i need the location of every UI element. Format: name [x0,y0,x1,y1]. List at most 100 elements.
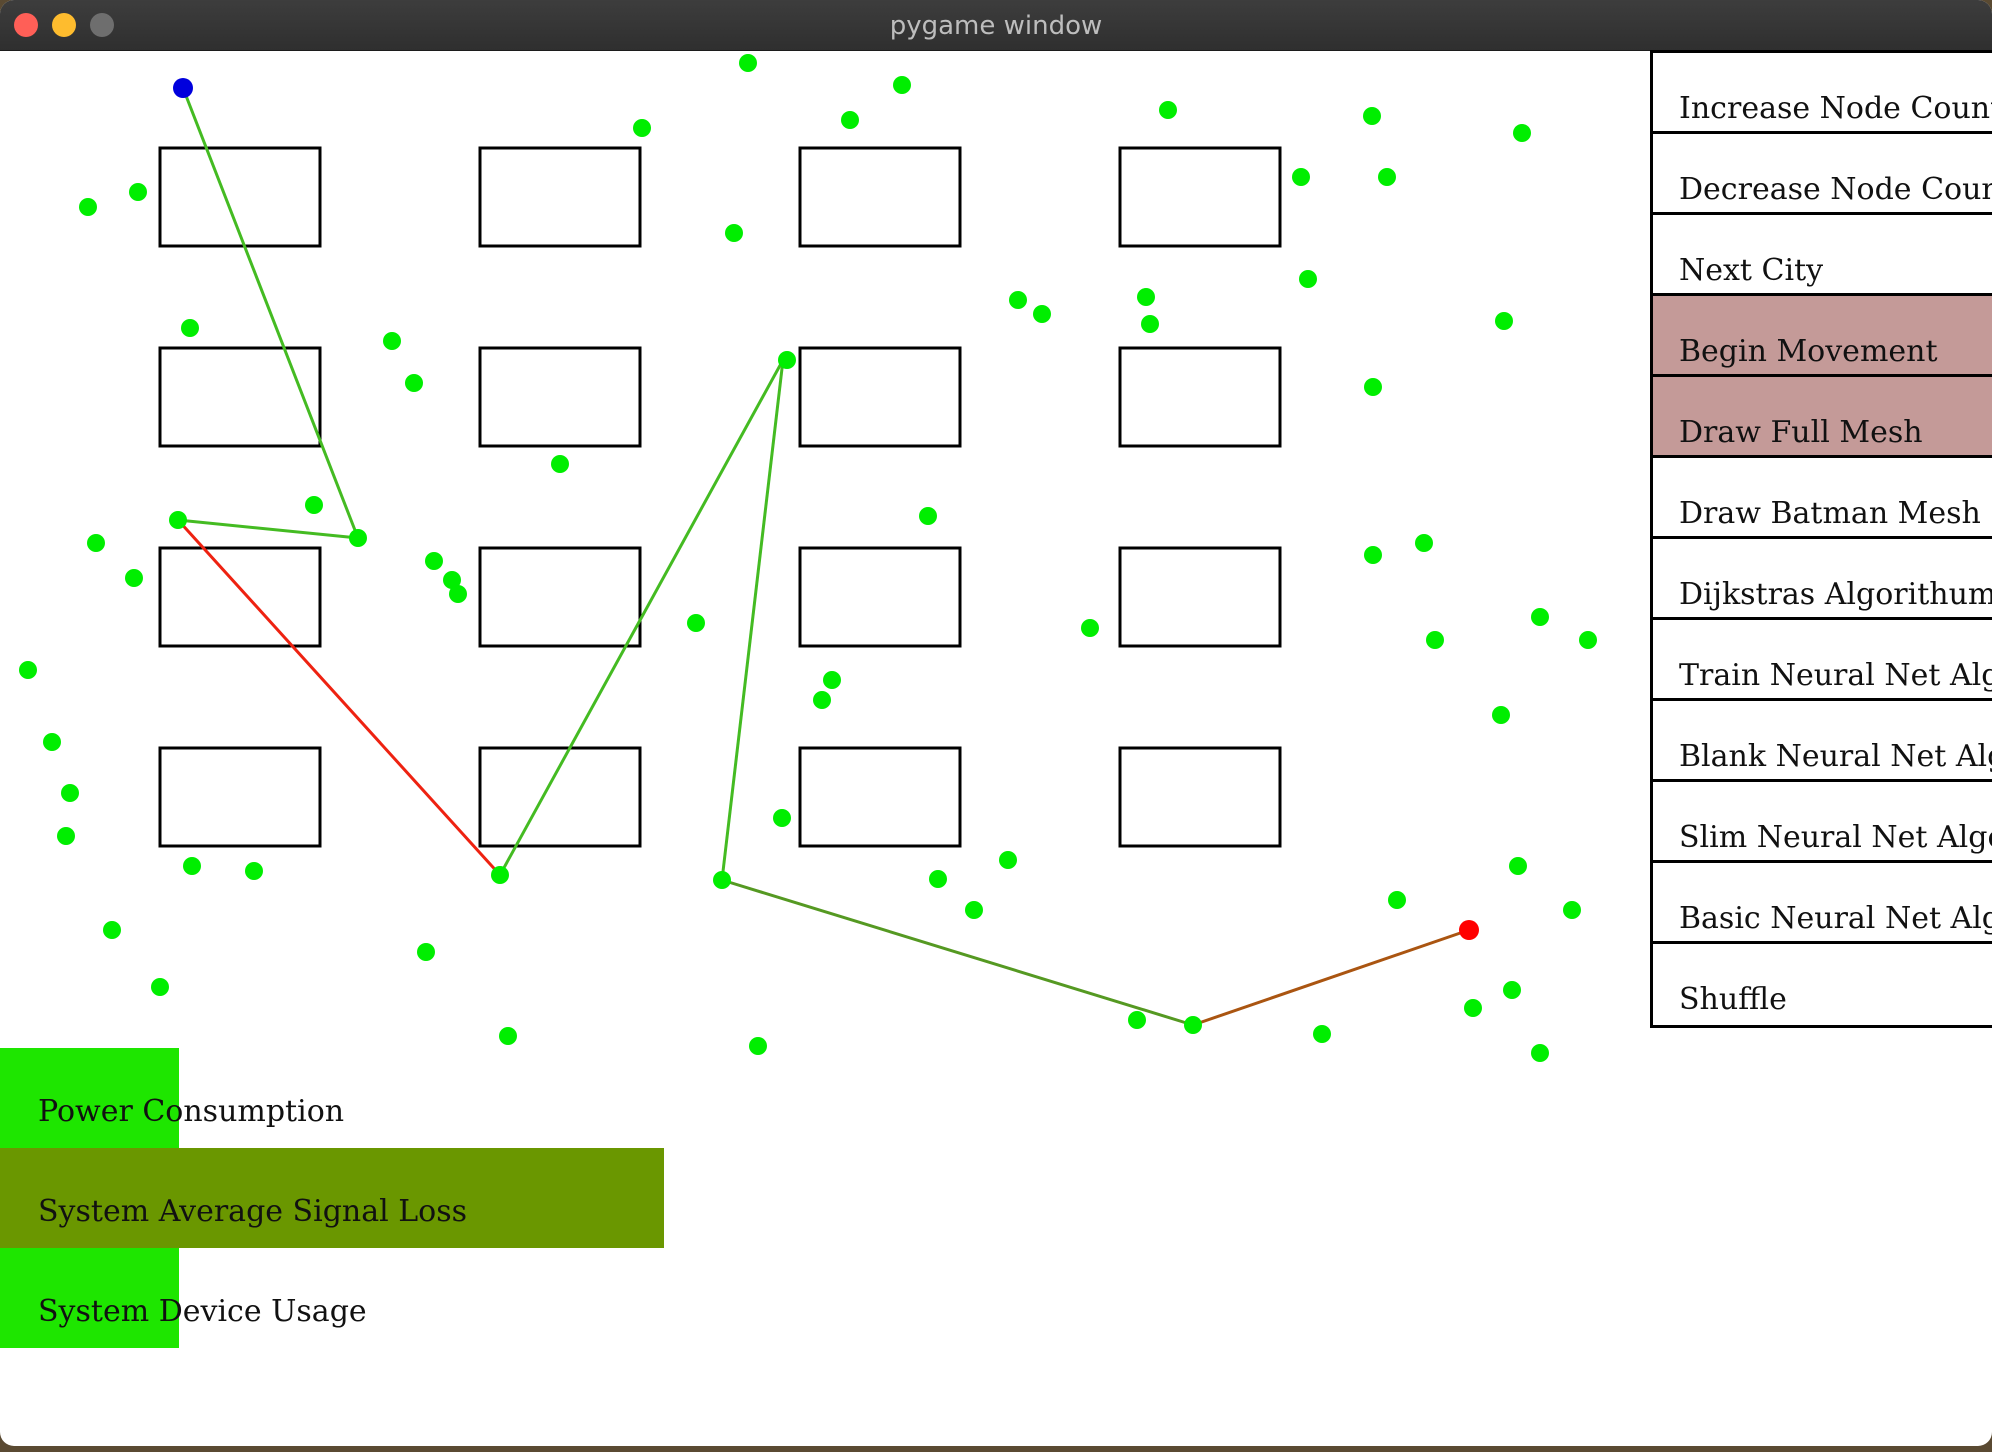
begin-movement-button[interactable]: Begin Movement [1650,293,1992,380]
network-node [43,733,61,751]
city-buildings [158,146,1282,848]
minimize-window-button[interactable] [52,13,76,37]
decrease-node-count-button[interactable]: Decrease Node Count [1650,131,1992,218]
dijkstras-algorithum-button[interactable]: Dijkstras Algorithum [1650,536,1992,623]
building-block [478,146,642,248]
network-node [103,921,121,939]
network-node [1137,288,1155,306]
network-node [551,455,569,473]
network-node [1563,901,1581,919]
network-node [778,351,796,369]
building-block [798,146,962,248]
route-segment [1192,928,1470,1027]
network-node [383,332,401,350]
network-nodes [19,54,1597,1062]
network-node [1313,1025,1331,1043]
network-node [687,614,705,632]
start-node [173,78,193,98]
meter-label: System Device Usage [38,1294,367,1329]
network-node [1579,631,1597,649]
network-node [61,784,79,802]
title-bar: pygame window [0,0,1992,51]
network-node [823,671,841,689]
network-node [1503,981,1521,999]
network-node [349,529,367,547]
network-node [1292,168,1310,186]
network-node [169,511,187,529]
network-node [491,866,509,884]
network-node [405,374,423,392]
increase-node-count-button[interactable]: Increase Node Count [1650,50,1992,137]
basic-neural-net-algorithum-button[interactable]: Basic Neural Net Algorithum [1650,860,1992,947]
meter-label: System Average Signal Loss [38,1194,468,1229]
shuffle-button[interactable]: Shuffle [1650,941,1992,1028]
network-node [633,119,651,137]
network-node [1531,1044,1549,1062]
network-node [1509,857,1527,875]
network-node [129,183,147,201]
network-node [183,857,201,875]
building-block [1118,146,1282,248]
close-window-button[interactable] [14,13,38,37]
network-node [425,552,443,570]
network-node [305,496,323,514]
network-node [739,54,757,72]
network-node [449,585,467,603]
draw-full-mesh-button[interactable]: Draw Full Mesh [1650,374,1992,461]
network-node [813,691,831,709]
building-block [1118,546,1282,648]
network-node [1513,124,1531,142]
network-node [1081,619,1099,637]
route-paths [176,87,1470,1027]
network-node [999,851,1017,869]
window-title: pygame window [889,11,1103,41]
network-node [181,319,199,337]
network-node [841,111,859,129]
network-node [1364,378,1382,396]
network-node [245,862,263,880]
route-segment [177,518,359,540]
network-node [1464,999,1482,1017]
network-node [1363,107,1381,125]
network-node [1531,608,1549,626]
network-node [919,507,937,525]
building-block [478,346,642,448]
network-node [125,569,143,587]
slim-neural-net-algorithum-button[interactable]: Slim Neural Net Algorithum [1650,779,1992,866]
network-node [1495,312,1513,330]
network-node [1009,291,1027,309]
network-node [1184,1016,1202,1034]
network-node [1033,305,1051,323]
network-node [1388,891,1406,909]
network-node [1378,168,1396,186]
network-node [1159,101,1177,119]
network-node [499,1027,517,1045]
network-node [57,827,75,845]
route-segment [721,878,1194,1027]
draw-batman-mesh-button[interactable]: Draw Batman Mesh [1650,455,1992,542]
building-block [798,546,962,648]
pygame-window: pygame window Increase Node Count Decreas… [0,0,1992,1446]
network-node [87,534,105,552]
building-block [798,746,962,848]
zoom-window-button[interactable] [90,13,114,37]
blank-neural-net-algorithum-button[interactable]: Blank Neural Net Algorithum [1650,698,1992,785]
building-block [158,746,322,848]
train-neural-net-algorithum-button[interactable]: Train Neural Net Algorithum [1650,617,1992,704]
network-node [773,809,791,827]
network-node [417,943,435,961]
building-block [478,546,642,648]
network-node [1364,546,1382,564]
building-block [158,546,322,648]
end-node [1459,920,1479,940]
network-node [151,978,169,996]
network-node [1415,534,1433,552]
next-city-button[interactable]: Next City [1650,212,1992,299]
network-node [893,76,911,94]
network-node [1426,631,1444,649]
network-node [1299,270,1317,288]
network-node [1128,1011,1146,1029]
route-segment [181,87,360,539]
building-block [158,346,322,448]
network-node [929,870,947,888]
